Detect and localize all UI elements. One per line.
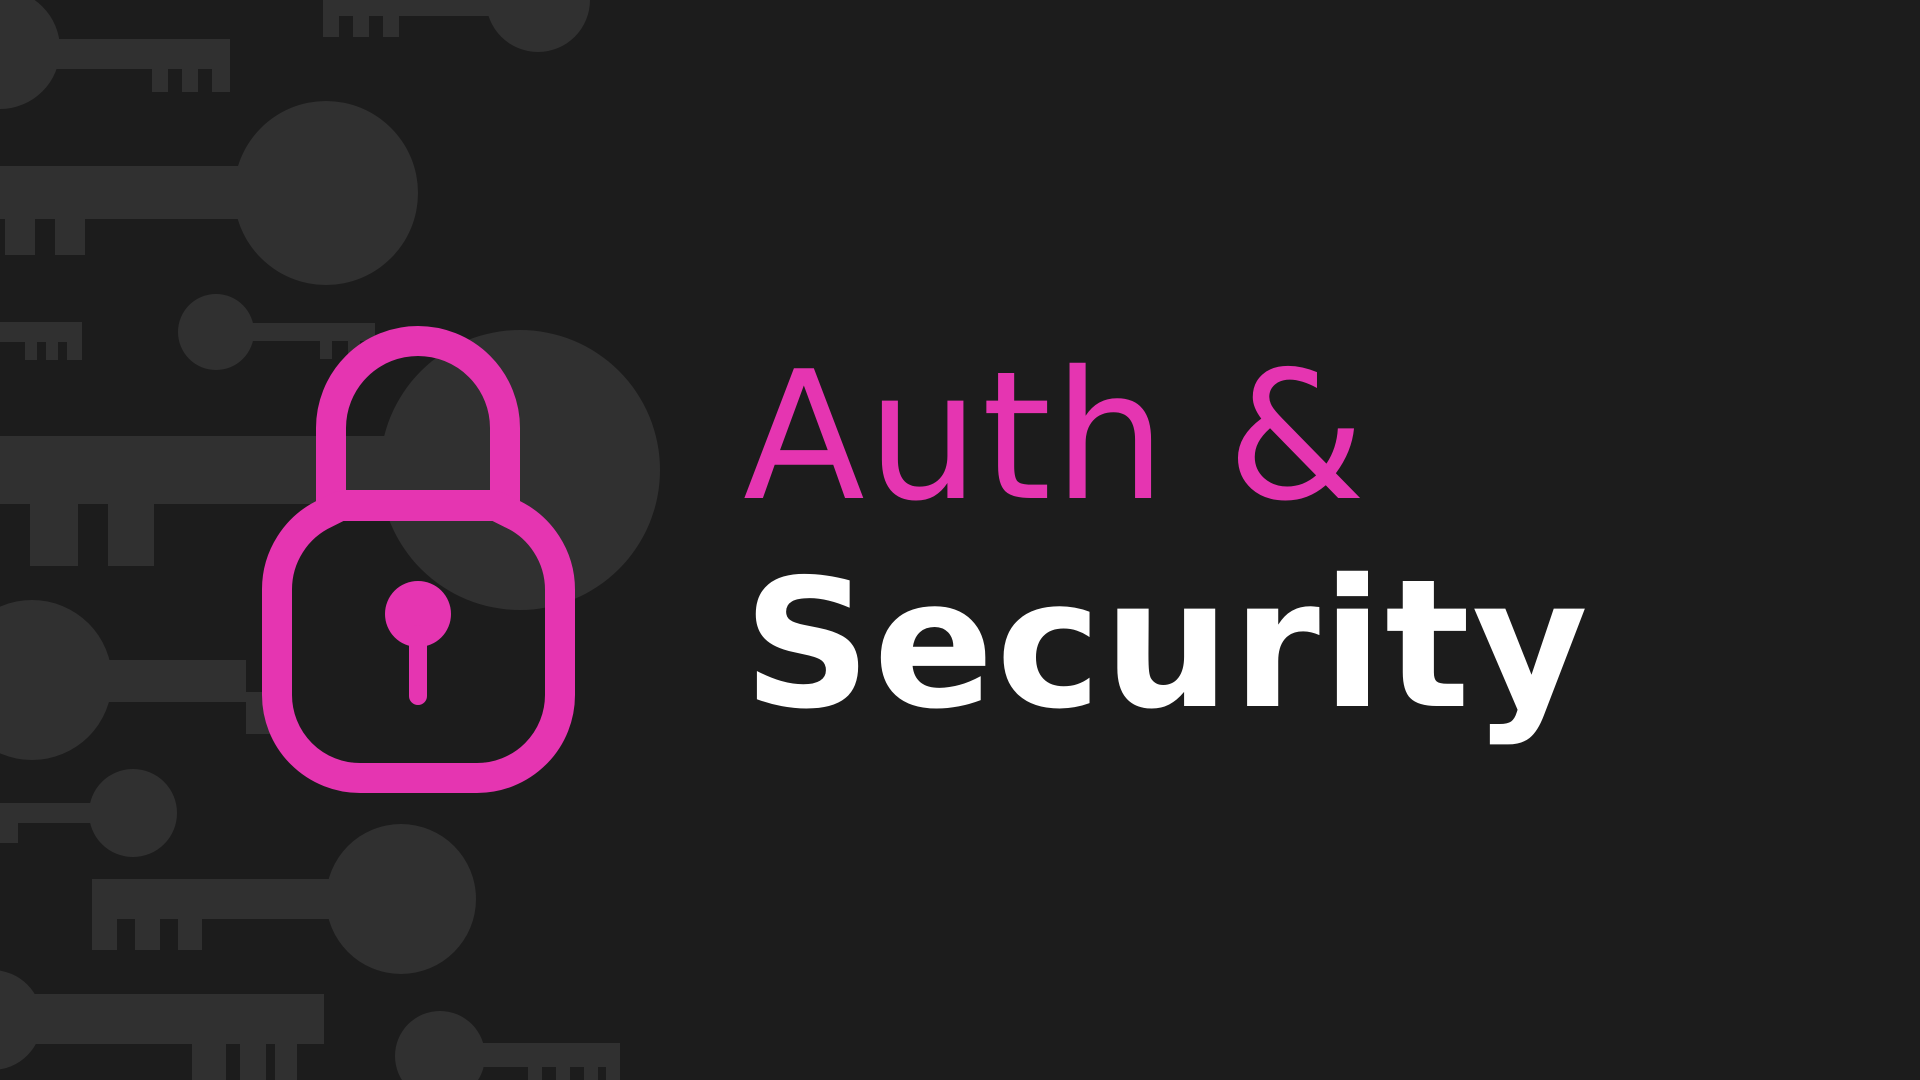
- title-line-auth: Auth &: [743, 333, 1368, 540]
- page-title: Auth & Security: [743, 348, 1590, 734]
- title-line-security: Security: [743, 541, 1591, 748]
- title-banner: Auth & Security: [0, 0, 1920, 1080]
